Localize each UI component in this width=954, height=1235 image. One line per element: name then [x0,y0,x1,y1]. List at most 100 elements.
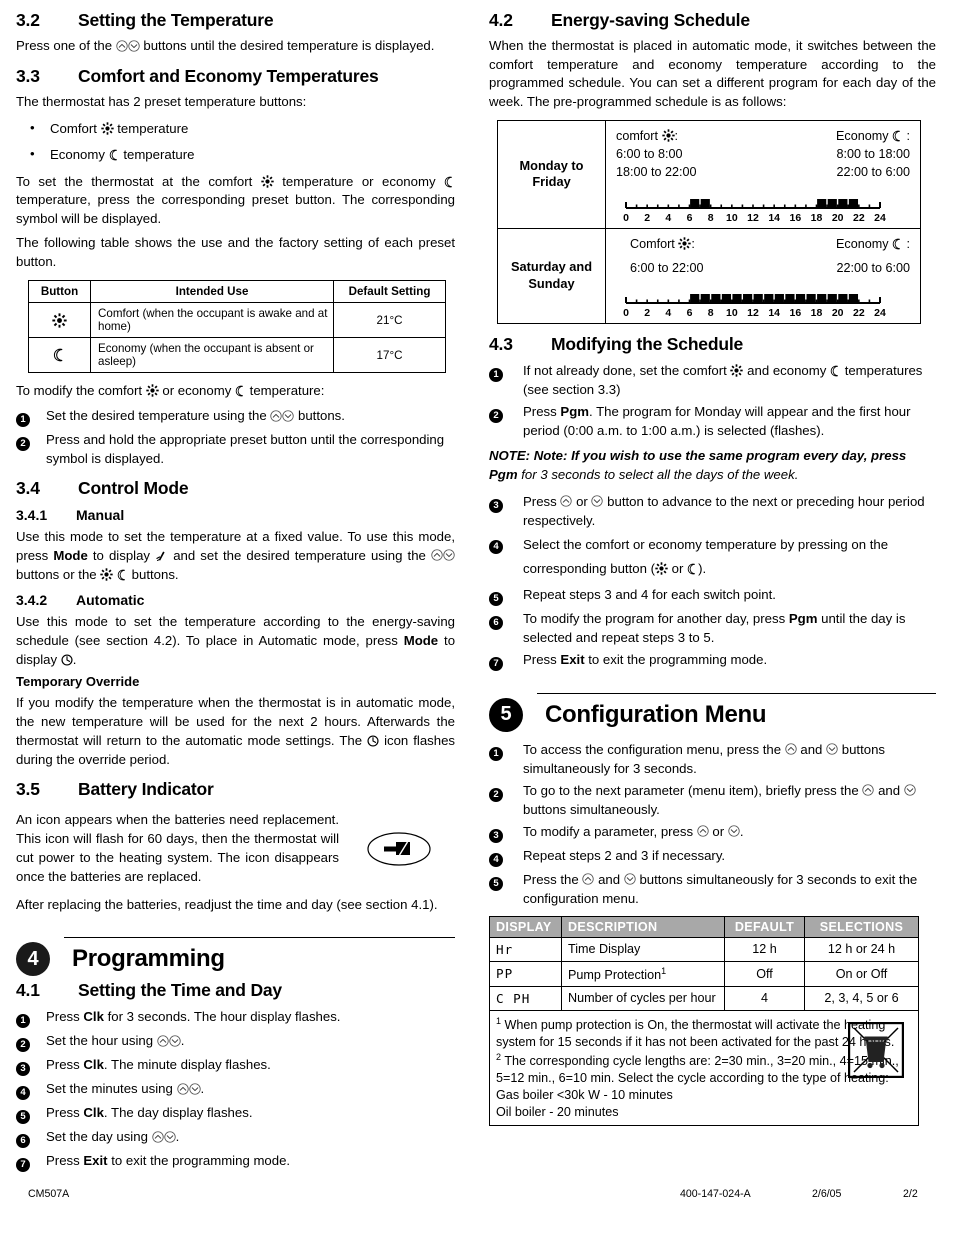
column-header-default-setting: Default Setting [333,280,446,304]
column-header-selections: SELECTIONS [804,915,920,938]
comfort-heading: comfort : [616,128,679,143]
step-marker: 3 [16,1055,46,1077]
moon-icon [53,348,63,362]
list-item: 7 Press Exit to exit the programming mod… [16,1151,455,1173]
cell-default-value: 4 [724,985,806,1011]
step-marker: 6 [16,1127,46,1149]
svg-text:16: 16 [790,307,802,319]
keyword-pgm: Pgm [560,404,589,420]
svg-text:0: 0 [623,307,629,319]
svg-text:0: 0 [623,212,629,224]
section-heading-4-3: 4.3 Modifying the Schedule [489,334,936,355]
economy-periods: Economy : 22:00 to 6:00 [836,235,910,278]
sun-icon [52,312,67,328]
text-fragment: Use this mode to set the temperature acc… [16,614,456,648]
text-fragment: Press [46,1009,80,1025]
text-fragment: and [598,871,621,887]
keyword-mode: Mode [403,632,439,648]
circle-down-button-icon [624,873,636,885]
step-text: Press Clk. The minute display flashes. [46,1055,455,1076]
footer-page-number: 2/2 [903,1188,918,1200]
cell-description: Time Display [561,936,726,962]
column-header-description: DESCRIPTION [561,915,726,938]
circle-up-button-icon [582,873,595,885]
economy-time: 8:00 to 18:00 [836,147,911,162]
svg-text:2: 2 [644,307,650,319]
list-item: 1 Set the desired temperature using the … [16,406,455,428]
schedule-timeline-saturday-sunday: 0 2 4 6 8 10 12 14 16 18 20 22 24 [623,294,886,319]
svg-text:12: 12 [747,307,759,319]
economy-heading: Economy : [836,128,911,143]
moon-icon [117,569,126,580]
text-fragment: Press [46,1105,80,1121]
circle-up-button-icon [151,1130,164,1143]
text-fragment: to exit the programming mode. [111,1153,291,1169]
step-text: Press Pgm. The program for Monday will a… [523,402,936,440]
cell-schedule-monday-friday: comfort : 6:00 to 8:00 18:00 to 22:00 Ec… [605,119,922,229]
list-item: 3 Press Clk. The minute display flashes. [16,1055,455,1077]
text-fragment: . [739,823,744,839]
chapter-4-heading: 4 Programming [16,937,456,977]
sun-icon [661,128,675,142]
chapter-title-row: 4 Programming [16,942,455,977]
circle-down-button-icon [128,39,140,52]
text-fragment: to display [92,547,151,563]
list-item: 2 Press Pgm. The program for Monday will… [489,402,936,440]
bullet-text: Economy [50,146,105,162]
comfort-time: 18:00 to 22:00 [616,165,697,180]
text-fragment: To go to the next parameter (menu item),… [523,782,859,798]
step-text: To go to the next parameter (menu item),… [523,781,936,819]
step-marker: 5 [489,870,523,908]
cell-default-value: Off [724,960,806,987]
section-title: Energy-saving Schedule [551,10,750,30]
paragraph-3-3-set: To set the thermostat at the comfort tem… [16,173,455,229]
circle-up-button-icon [270,409,283,422]
svg-text:8: 8 [708,307,714,319]
text-fragment: Set the day using [46,1129,148,1145]
step-marker: 7 [489,650,523,671]
clock-icon [61,654,73,666]
section-title: Battery Indicator [78,779,214,800]
moon-icon [830,365,839,377]
list-item: 6 To modify the program for another day,… [489,609,936,647]
list-item: 1 Press Clk for 3 seconds. The hour disp… [16,1007,455,1029]
circle-up-button-icon [862,784,875,796]
list-item: 4 Select the comfort or economy temperat… [489,533,936,582]
comfort-periods: Comfort : 6:00 to 22:00 [616,235,704,278]
step-text: Press Clk for 3 seconds. The hour displa… [46,1007,455,1028]
timeline-wrapper-saturday-sunday: 0 2 4 6 8 10 12 14 16 18 20 22 24 [616,283,910,319]
text-fragment: Press [523,651,557,667]
cell-selections: On or Off [804,960,920,987]
list-item: 3 To modify a parameter, press or . [489,822,936,843]
text-fragment: . [175,1129,180,1145]
circle-down-button-icon [728,825,740,837]
svg-text:6: 6 [687,212,693,224]
step-text: To access the configuration menu, press … [523,740,936,778]
paragraph-3-3-intro: The thermostat has 2 preset temperature … [16,93,307,109]
moon-icon [687,563,696,575]
section-heading-4-1: 4.1 Setting the Time and Day [16,980,455,1001]
circle-up-button-icon [785,743,797,755]
step-marker: 2 [16,1031,46,1053]
chapter-5-heading: 5 Configuration Menu [489,692,936,732]
list-item: 4 Set the minutes using . [16,1079,455,1101]
text-fragment: buttons. [131,566,179,582]
text-fragment: To modify a parameter, press [523,823,694,839]
paragraph-battery-a: An icon appears when the batteries need … [16,812,340,884]
sun-icon [100,567,114,581]
section-title: Setting the Time and Day [78,980,282,1001]
keyword-exit: Exit [83,1153,108,1169]
note-text: NOTE: Note: If you wish to use the same … [489,448,907,464]
list-item: 2 Set the hour using . [16,1031,455,1053]
step-marker: 4 [489,846,523,867]
list-item: Economy temperature [30,141,455,167]
circle-down-button-icon [591,495,604,507]
list-item: 1 To access the configuration menu, pres… [489,740,936,778]
step-marker: 1 [489,740,523,778]
paragraph-battery-b: After replacing the batteries, readjust … [16,897,438,913]
cell-display-code: Hr [489,936,563,962]
bullet-text: Comfort [50,121,97,137]
modify-schedule-steps-cont: 3 Press or button to advance to the next… [489,492,936,671]
column-header-button: Button [28,280,91,304]
keyword-mode: Mode [53,547,88,563]
